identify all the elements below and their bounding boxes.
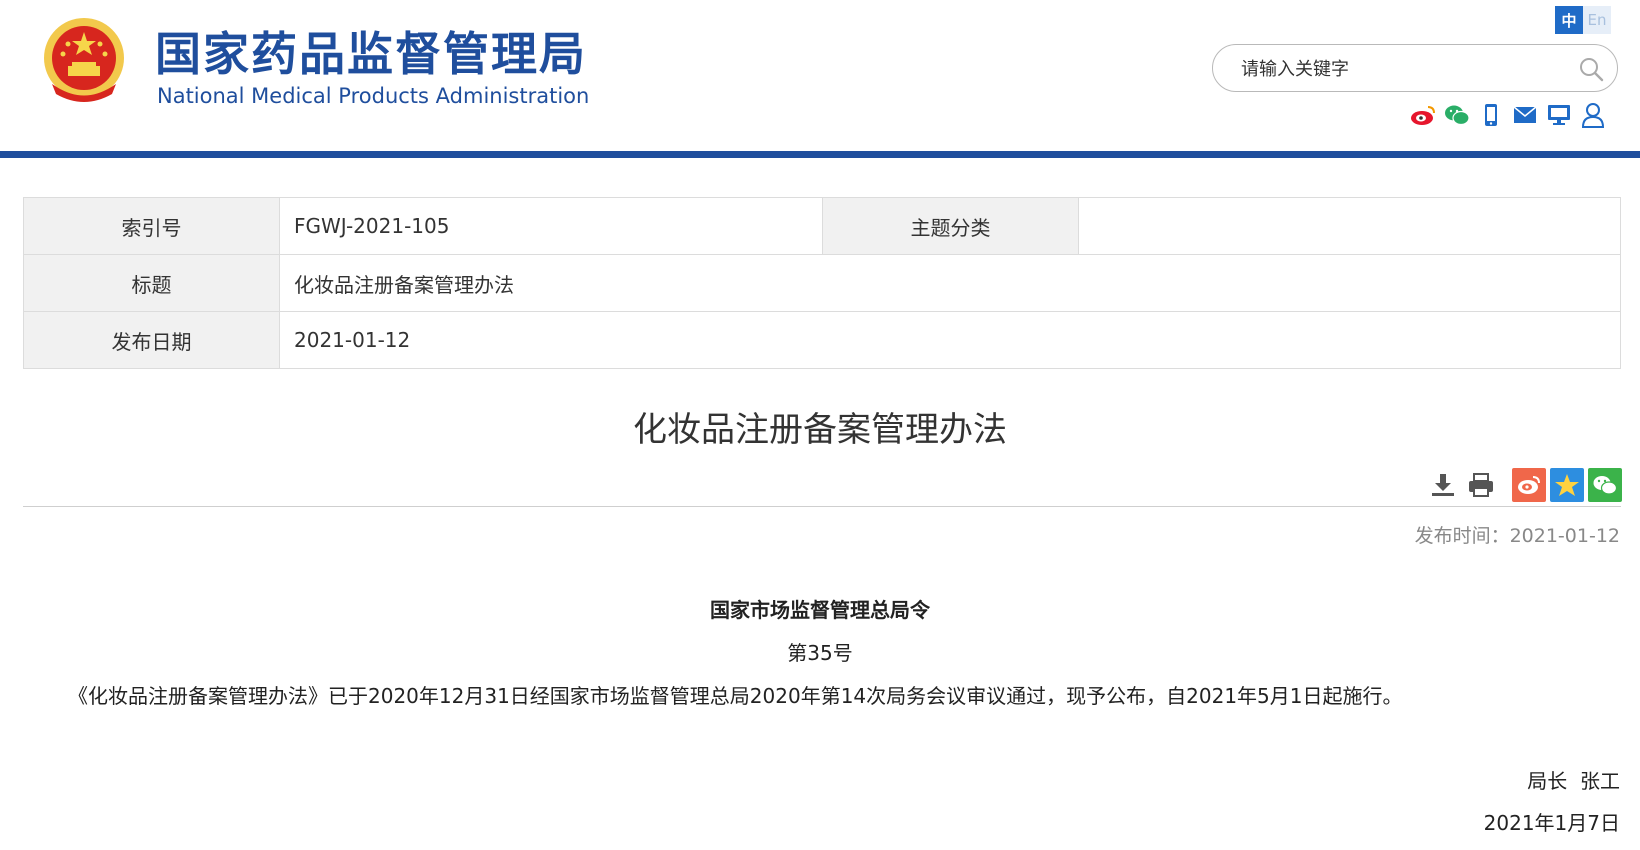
user-icon[interactable] [1580, 102, 1606, 128]
wechat-icon[interactable] [1444, 102, 1470, 128]
decree-date: 2021年1月7日 [1483, 811, 1620, 835]
article-toolbar [1422, 468, 1622, 502]
decree-number: 第35号 [787, 641, 853, 665]
weibo-icon[interactable] [1410, 102, 1436, 128]
decree-signer: 局长 张工 [1527, 769, 1620, 793]
mail-icon[interactable] [1512, 102, 1538, 128]
article-divider [23, 506, 1621, 507]
weibo-share-icon[interactable] [1512, 468, 1546, 502]
social-links [1410, 98, 1606, 132]
print-icon[interactable] [1464, 468, 1498, 502]
search-icon[interactable] [1577, 55, 1605, 83]
title-value: 化妆品注册备案管理办法 [279, 254, 1621, 312]
site-subtitle[interactable]: National Medical Products Administration [157, 84, 589, 108]
article-title: 化妆品注册备案管理办法 [633, 410, 1007, 450]
lang-en-button[interactable]: En [1583, 6, 1611, 34]
table-row: 标题 化妆品注册备案管理办法 [23, 254, 1621, 312]
search-input[interactable] [1241, 57, 1551, 81]
monitor-icon[interactable] [1546, 102, 1572, 128]
header-divider [0, 151, 1640, 158]
decree-body: 《化妆品注册备案管理办法》已于2020年12月31日经国家市场监督管理总局202… [68, 684, 1403, 708]
index-value: FGWJ-2021-105 [279, 197, 823, 255]
site-header: 国家药品监督管理局 National Medical Products Admi… [0, 0, 1640, 152]
favorite-icon[interactable] [1550, 468, 1584, 502]
date-value: 2021-01-12 [279, 311, 1621, 369]
search-box [1212, 44, 1618, 92]
lang-zh-button[interactable]: 中 [1555, 6, 1583, 34]
wechat-share-icon[interactable] [1588, 468, 1622, 502]
topic-value [1078, 197, 1621, 255]
download-icon[interactable] [1426, 468, 1460, 502]
site-title[interactable]: 国家药品监督管理局 [155, 18, 587, 84]
table-row: 索引号 FGWJ-2021-105 主题分类 [23, 197, 1621, 255]
topic-label: 主题分类 [822, 197, 1079, 255]
decree-heading: 国家市场监督管理总局令 [710, 598, 930, 622]
title-label: 标题 [23, 254, 280, 312]
language-switch: 中 En [1555, 6, 1611, 34]
document-info-table: 索引号 FGWJ-2021-105 主题分类 标题 化妆品注册备案管理办法 发布… [23, 197, 1621, 369]
mobile-icon[interactable] [1478, 102, 1504, 128]
publish-time: 发布时间：2021-01-12 [1414, 525, 1620, 547]
table-row: 发布日期 2021-01-12 [23, 311, 1621, 369]
index-label: 索引号 [23, 197, 280, 255]
date-label: 发布日期 [23, 311, 280, 369]
national-emblem-icon[interactable] [38, 14, 130, 106]
